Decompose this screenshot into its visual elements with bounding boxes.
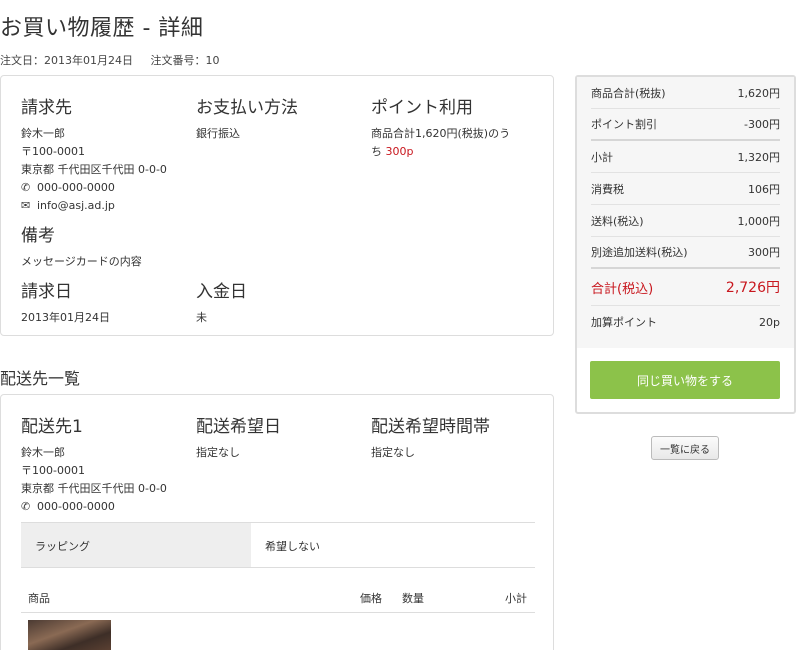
payment-method: 銀行振込 (196, 127, 240, 140)
summary-label: 別途追加送料(税込) (591, 246, 688, 259)
remarks-heading: 備考 (21, 226, 55, 246)
summary-value: 1,000円 (737, 214, 781, 228)
deposit-heading: 入金日 (196, 282, 247, 302)
remarks-section: 備考 メッセージカードの内容 (21, 221, 321, 271)
destination-phone: 000-000-0000 (37, 500, 115, 513)
destination-phone-row: ✆ 000-000-0000 (21, 498, 191, 516)
points-heading: ポイント利用 (371, 98, 473, 118)
destination-address: 東京都 千代田区千代田 0-0-0 (21, 482, 167, 495)
summary-value: -300円 (744, 118, 780, 131)
summary-value: 300円 (748, 246, 780, 259)
page-title: お買い物履歴 - 詳細 (0, 16, 204, 41)
deposit-value: 未 (196, 311, 207, 324)
billing-phone-row: ✆ 000-000-0000 (21, 179, 191, 197)
summary-row-grand-total: 合計(税込) 2,726円 (591, 269, 780, 306)
billing-panel: 請求先 鈴木一郎 〒100-0001 東京都 千代田区千代田 0-0-0 ✆ 00… (0, 75, 554, 336)
invoice-heading: 請求日 (21, 282, 72, 302)
summary-label: 加算ポイント (591, 316, 657, 329)
billing-email-row: ✉ info@asj.ad.jp (21, 197, 191, 215)
summary-row-subtotal: 小計 1,320円 (591, 141, 780, 173)
invoice-section: 請求日 2013年01月24日 (21, 277, 191, 327)
wrapping-value: 希望しない (265, 540, 320, 553)
billing-address: 東京都 千代田区千代田 0-0-0 (21, 163, 167, 176)
billing-email: info@asj.ad.jp (37, 199, 115, 212)
delivery-date-heading: 配送希望日 (196, 417, 281, 437)
points-text-prefix: ち (371, 145, 386, 158)
summary-label: 商品合計(税抜) (591, 86, 666, 100)
wrapping-label: ラッピング (21, 523, 251, 567)
summary-label: 合計(税込) (591, 281, 654, 297)
destination-name: 鈴木一郎 (21, 446, 65, 459)
delivery-time-heading: 配送希望時間帯 (371, 417, 490, 437)
order-date: 注文日：2013年01月24日 (0, 54, 133, 67)
summary-value: 106円 (748, 182, 780, 196)
billing-name: 鈴木一郎 (21, 127, 65, 140)
back-to-list-button[interactable]: 一覧に戻る (651, 436, 719, 460)
summary-row-point-discount: ポイント割引 -300円 (591, 109, 780, 141)
destination-zip: 〒100-0001 (21, 464, 85, 477)
remarks-text: メッセージカードの内容 (21, 255, 142, 268)
wrapping-row: ラッピング 希望しない (21, 522, 535, 568)
payment-heading: お支払い方法 (196, 98, 298, 118)
phone-icon: ✆ (21, 500, 31, 513)
summary-label: 小計 (591, 150, 613, 164)
invoice-date: 2013年01月24日 (21, 311, 110, 324)
summary-label: 消費税 (591, 182, 624, 196)
phone-icon: ✆ (21, 181, 31, 194)
billing-zip: 〒100-0001 (21, 145, 85, 158)
billing-heading: 請求先 (21, 98, 72, 118)
product-thumbnail[interactable] (28, 620, 111, 650)
order-summary-panel: 商品合計(税抜) 1,620円 ポイント割引 -300円 小計 1,320円 消費税 1… (575, 75, 796, 414)
summary-row-tax: 消費税 106円 (591, 173, 780, 205)
delivery-list-title: 配送先一覧 (0, 369, 81, 388)
col-product: 商品 (28, 592, 50, 605)
mail-icon: ✉ (21, 199, 31, 212)
points-used: 300p (385, 145, 414, 158)
summary-label: 送料(税込) (591, 214, 644, 228)
repeat-purchase-button[interactable]: 同じ買い物をする (590, 361, 780, 399)
summary-row-earned-points: 加算ポイント 20p (591, 306, 780, 338)
summary-row-product-total: 商品合計(税抜) 1,620円 (591, 77, 780, 109)
delivery-panel: 配送先1 鈴木一郎 〒100-0001 東京都 千代田区千代田 0-0-0 ✆ 0… (0, 394, 554, 650)
deposit-section: 入金日 未 (196, 277, 366, 327)
delivery-time-section: 配送希望時間帯 指定なし (371, 412, 541, 462)
items-table-header: 商品 価格 数量 小計 (21, 578, 535, 613)
points-text-line2: ち 300p (371, 143, 541, 161)
points-section: ポイント利用 商品合計1,620円(税抜)のう ち 300p (371, 93, 541, 161)
order-meta: 注文日：2013年01月24日 注文番号：10 (0, 52, 220, 68)
summary-label: ポイント割引 (591, 118, 657, 131)
summary-value: 1,320円 (737, 150, 781, 164)
col-subtotal: 小計 (505, 592, 527, 605)
summary-row-shipping: 送料(税込) 1,000円 (591, 205, 780, 237)
summary-table: 商品合計(税抜) 1,620円 ポイント割引 -300円 小計 1,320円 消費税 1… (577, 77, 794, 348)
summary-value: 20p (759, 315, 780, 329)
delivery-date-section: 配送希望日 指定なし (196, 412, 366, 462)
points-text-line1: 商品合計1,620円(税抜)のう (371, 127, 511, 140)
billing-section: 請求先 鈴木一郎 〒100-0001 東京都 千代田区千代田 0-0-0 ✆ 00… (21, 93, 191, 215)
delivery-date-value: 指定なし (196, 446, 240, 459)
destination-section: 配送先1 鈴木一郎 〒100-0001 東京都 千代田区千代田 0-0-0 ✆ 0… (21, 412, 191, 516)
payment-section: お支払い方法 銀行振込 (196, 93, 366, 143)
order-number: 注文番号：10 (150, 54, 220, 67)
summary-value: 1,620円 (737, 86, 781, 100)
col-price: 価格 (360, 592, 382, 605)
summary-value: 2,726円 (725, 280, 780, 296)
summary-row-extra-shipping: 別途追加送料(税込) 300円 (591, 237, 780, 269)
col-quantity: 数量 (402, 592, 424, 605)
delivery-time-value: 指定なし (371, 446, 415, 459)
billing-phone: 000-000-0000 (37, 181, 115, 194)
destination-heading: 配送先1 (21, 417, 83, 437)
